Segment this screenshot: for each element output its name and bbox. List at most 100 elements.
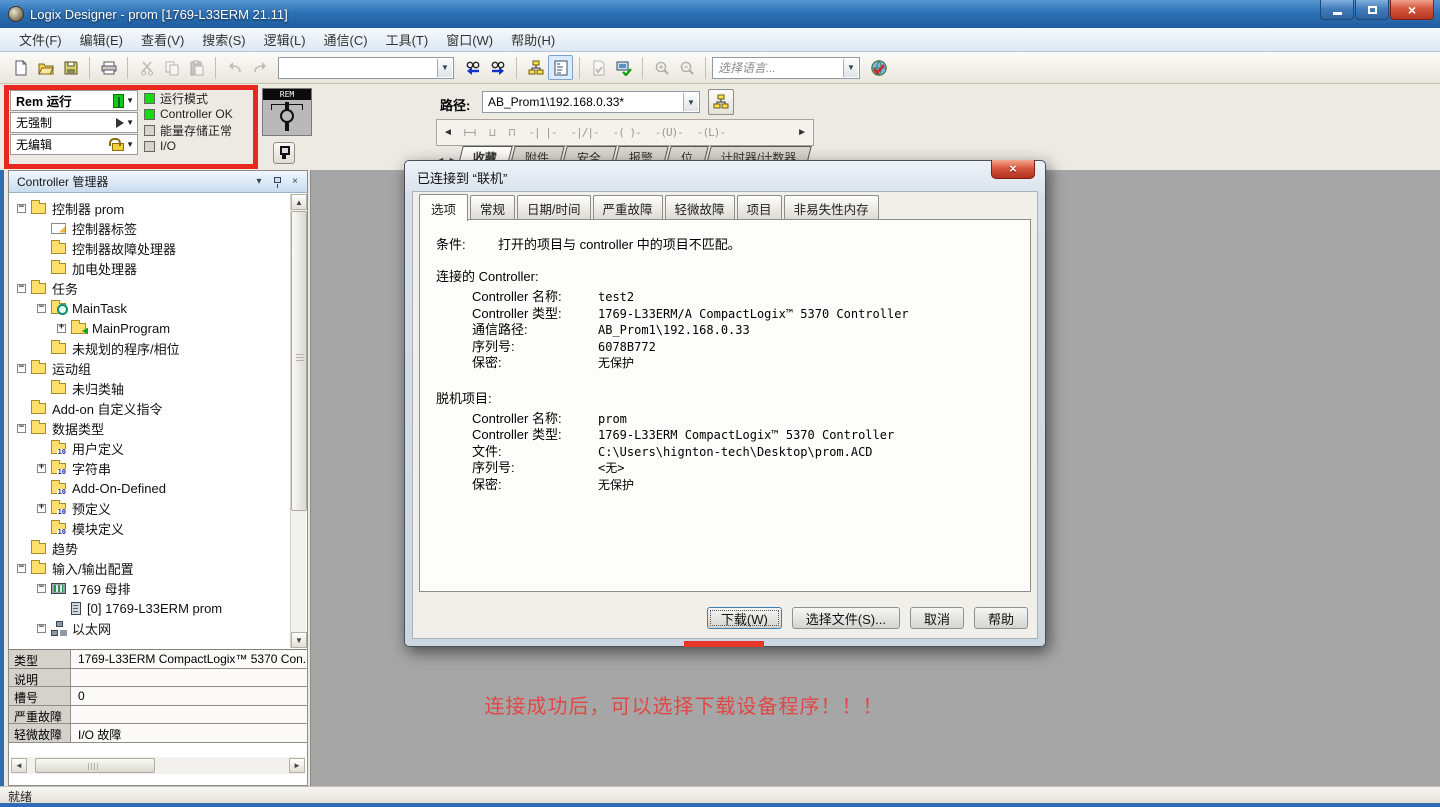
menu-item[interactable]: 查看(V) bbox=[132, 27, 193, 52]
open-button[interactable] bbox=[33, 55, 58, 80]
tree-row[interactable]: 运动组 bbox=[11, 358, 307, 378]
new-button[interactable] bbox=[8, 55, 33, 80]
zoom-in-button[interactable] bbox=[649, 55, 674, 80]
panel-horizontal-scrollbar[interactable]: ◄ ► bbox=[11, 757, 305, 774]
tree-row[interactable]: 未规划的程序/相位 bbox=[11, 338, 307, 358]
scroll-left-icon[interactable]: ◄ bbox=[443, 127, 453, 138]
chevron-down-icon[interactable]: ▼ bbox=[126, 140, 134, 149]
menu-item[interactable]: 编辑(E) bbox=[71, 27, 132, 52]
tree-expander[interactable] bbox=[17, 564, 26, 573]
tree-expander[interactable] bbox=[37, 464, 46, 473]
ladder-instruction-button[interactable]: ⊓ bbox=[509, 126, 515, 139]
dialog-close-button[interactable]: × bbox=[991, 160, 1035, 179]
scroll-left-icon[interactable]: ◄ bbox=[11, 758, 27, 773]
tree-row[interactable]: 控制器故障处理器 bbox=[11, 238, 307, 258]
tree-expander[interactable] bbox=[37, 584, 46, 593]
tree-expander[interactable] bbox=[37, 624, 46, 633]
undo-button[interactable] bbox=[222, 55, 247, 80]
ladder-instruction-button[interactable]: ⊢⊣ bbox=[464, 126, 475, 139]
chevron-down-icon[interactable]: ▼ bbox=[437, 59, 452, 77]
tree-row[interactable]: 趋势 bbox=[11, 538, 307, 558]
chevron-down-icon[interactable]: ▼ bbox=[843, 59, 858, 77]
tree-row[interactable]: Add-on 自定义指令 bbox=[11, 398, 307, 418]
dialog-tab[interactable]: 常规 bbox=[470, 195, 515, 220]
tree-expander[interactable] bbox=[17, 364, 26, 373]
cut-button[interactable] bbox=[134, 55, 159, 80]
tree-expander[interactable] bbox=[17, 284, 26, 293]
tree-vertical-scrollbar[interactable]: ▲ ▼ bbox=[290, 194, 306, 648]
scrollbar-thumb[interactable] bbox=[291, 211, 307, 511]
tree-row[interactable]: 用户定义 bbox=[11, 438, 307, 458]
tree-row[interactable]: 控制器标签 bbox=[11, 218, 307, 238]
find-next-button[interactable] bbox=[485, 55, 510, 80]
save-button[interactable] bbox=[58, 55, 83, 80]
tree-row[interactable]: [0] 1769-L33ERM prom bbox=[11, 598, 307, 618]
scrollbar-thumb[interactable] bbox=[35, 758, 155, 773]
dialog-button[interactable]: 选择文件(S)... bbox=[792, 607, 900, 629]
controller-mode-dropdown[interactable]: Rem 运行 ▼ bbox=[10, 90, 138, 111]
zoom-out-button[interactable] bbox=[674, 55, 699, 80]
maximize-button[interactable] bbox=[1355, 0, 1389, 20]
ladder-instruction-button[interactable]: -| |- bbox=[528, 126, 556, 139]
dialog-tab[interactable]: 日期/时间 bbox=[517, 195, 590, 220]
tree-row[interactable]: 未归类轴 bbox=[11, 378, 307, 398]
dialog-tab[interactable]: 项目 bbox=[737, 195, 782, 220]
menu-item[interactable]: 帮助(H) bbox=[502, 27, 564, 52]
tree-expander[interactable] bbox=[57, 324, 66, 333]
close-button[interactable]: × bbox=[1390, 0, 1434, 20]
panel-menu-button[interactable]: ▾ bbox=[251, 174, 267, 190]
language-check-button[interactable] bbox=[866, 55, 891, 80]
tree-expander[interactable] bbox=[37, 504, 46, 513]
dialog-button[interactable]: 取消 bbox=[910, 607, 964, 629]
tree-row[interactable]: 数据类型 bbox=[11, 418, 307, 438]
tree-row[interactable]: 任务 bbox=[11, 278, 307, 298]
verify-routine-button[interactable] bbox=[586, 55, 611, 80]
tree-row[interactable]: 控制器 prom bbox=[11, 198, 307, 218]
browse-network-button[interactable] bbox=[523, 55, 548, 80]
menu-item[interactable]: 逻辑(L) bbox=[255, 27, 315, 52]
dialog-tab[interactable]: 轻微故障 bbox=[665, 195, 735, 220]
copy-button[interactable] bbox=[159, 55, 184, 80]
ladder-instruction-button[interactable]: -(L)- bbox=[697, 126, 725, 139]
menu-item[interactable]: 工具(T) bbox=[377, 27, 438, 52]
chevron-down-icon[interactable]: ▼ bbox=[126, 96, 134, 105]
tree-row[interactable]: Add-On-Defined bbox=[11, 478, 307, 498]
tree-row[interactable]: 1769 母排 bbox=[11, 578, 307, 598]
tree-expander[interactable] bbox=[37, 304, 46, 313]
ladder-instruction-button[interactable]: -|/|- bbox=[571, 126, 599, 139]
ladder-instruction-button[interactable]: ⊔ bbox=[489, 126, 495, 139]
scroll-down-icon[interactable]: ▼ bbox=[291, 632, 307, 648]
redo-button[interactable] bbox=[247, 55, 272, 80]
edits-dropdown[interactable]: 无编辑 ▼ bbox=[10, 134, 138, 155]
dialog-tab[interactable]: 选项 bbox=[419, 194, 468, 221]
tree-row[interactable]: MainTask bbox=[11, 298, 307, 318]
language-combobox[interactable]: 选择语言...▼ bbox=[712, 57, 860, 79]
tree-row[interactable]: 加电处理器 bbox=[11, 258, 307, 278]
pin-button[interactable] bbox=[269, 174, 285, 190]
organizer-toggle-button[interactable] bbox=[548, 55, 573, 80]
path-combobox[interactable]: AB_Prom1\192.168.0.33*▼ bbox=[482, 91, 700, 113]
tree-row[interactable]: MainProgram bbox=[11, 318, 307, 338]
ladder-instruction-button[interactable]: -( )- bbox=[613, 126, 641, 139]
menu-item[interactable]: 搜索(S) bbox=[193, 27, 254, 52]
tree-expander[interactable] bbox=[17, 424, 26, 433]
paste-button[interactable] bbox=[184, 55, 209, 80]
tree-row[interactable]: 预定义 bbox=[11, 498, 307, 518]
scroll-right-icon[interactable]: ► bbox=[289, 758, 305, 773]
dialog-button[interactable]: 帮助 bbox=[974, 607, 1028, 629]
keyswitch-button[interactable] bbox=[273, 142, 295, 164]
tree-row[interactable]: 字符串 bbox=[11, 458, 307, 478]
chevron-down-icon[interactable]: ▼ bbox=[683, 93, 698, 111]
tree-row[interactable]: 输入/输出配置 bbox=[11, 558, 307, 578]
dialog-button[interactable]: 下载(W) bbox=[707, 607, 782, 629]
scroll-right-icon[interactable]: ► bbox=[797, 127, 807, 138]
menu-item[interactable]: 文件(F) bbox=[10, 27, 71, 52]
menu-item[interactable]: 通信(C) bbox=[315, 27, 377, 52]
search-combobox[interactable]: ▼ bbox=[278, 57, 454, 79]
find-previous-button[interactable] bbox=[460, 55, 485, 80]
browse-path-button[interactable] bbox=[708, 89, 734, 115]
panel-close-button[interactable]: × bbox=[287, 174, 303, 190]
chevron-down-icon[interactable]: ▼ bbox=[126, 118, 134, 127]
tree-expander[interactable] bbox=[17, 204, 26, 213]
tree-row[interactable]: 模块定义 bbox=[11, 518, 307, 538]
